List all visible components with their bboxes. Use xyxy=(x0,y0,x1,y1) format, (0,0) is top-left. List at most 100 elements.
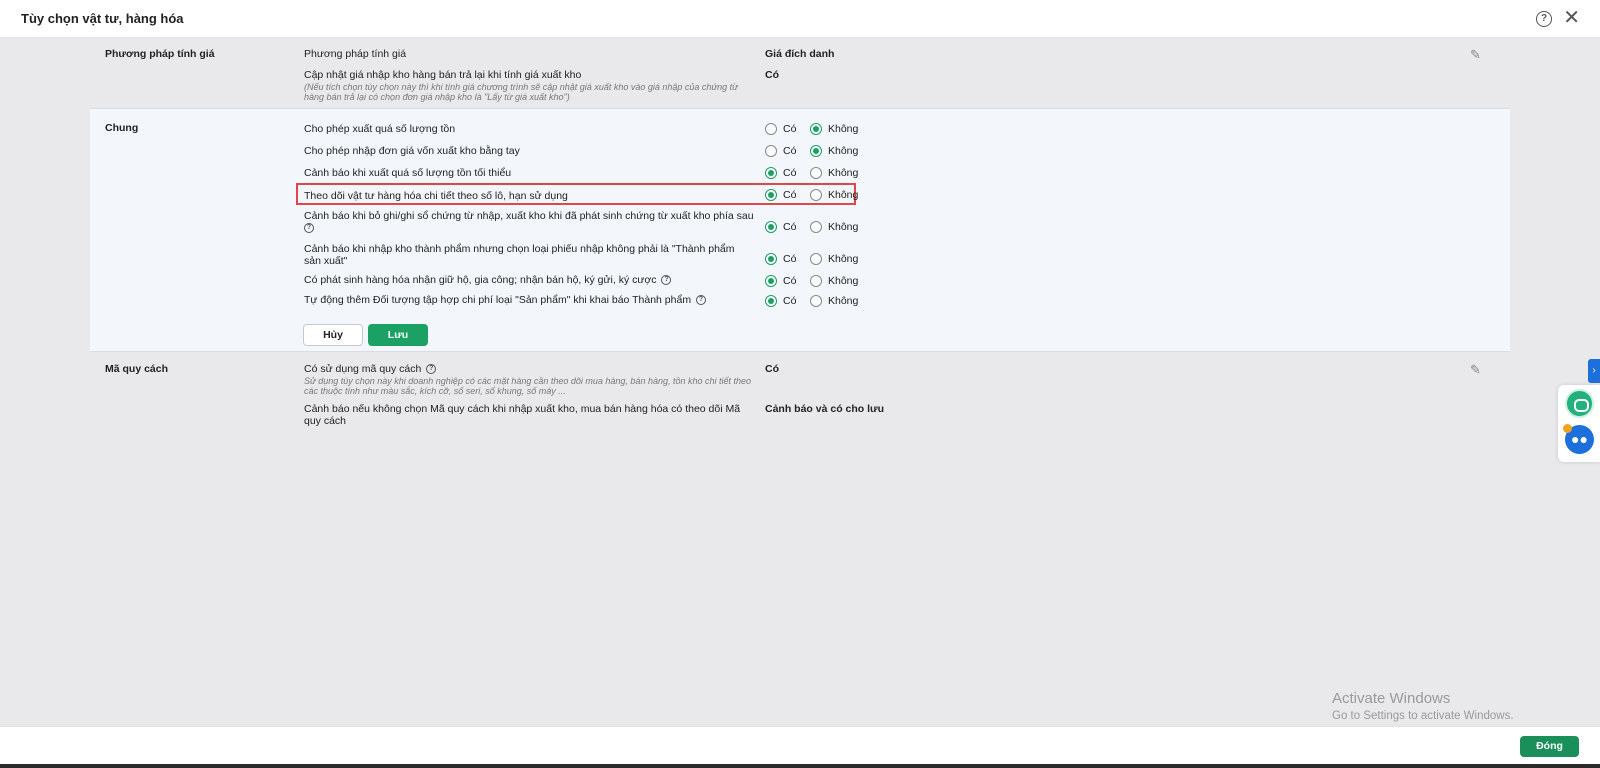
setting-label: Cảnh báo khi nhập kho thành phẩm nhưng c… xyxy=(304,243,735,267)
setting-label: Tự động thêm Đối tượng tập hợp chi phí l… xyxy=(304,294,754,306)
radio-label: Có xyxy=(783,145,797,157)
setting-label-text: Cảnh báo khi bỏ ghi/ghi sổ chứng từ nhập… xyxy=(304,210,754,222)
radio-no[interactable]: Không xyxy=(810,220,858,234)
group-icon[interactable]: ●● xyxy=(1563,424,1594,454)
radio-label: Có xyxy=(783,167,797,179)
setting-label-text: Có sử dụng mã quy cách xyxy=(304,363,422,375)
section-general: Chung Cho phép xuất quá số lượng tồn Có K… xyxy=(90,108,1510,352)
radio-circle[interactable] xyxy=(810,145,822,157)
radio-yes[interactable]: Có xyxy=(765,252,796,266)
radio-label: Không xyxy=(828,123,859,135)
radio-group: Có Không xyxy=(765,144,885,158)
radio-label: Có xyxy=(783,221,797,233)
setting-hint: Sử dụng tùy chọn này khi doanh nghiệp có… xyxy=(304,376,752,396)
activation-watermark-text: Go to Settings to activate Windows. xyxy=(1332,710,1514,722)
question-icon[interactable]: ? xyxy=(696,295,706,306)
radio-group: Có Không xyxy=(765,188,885,202)
setting-label-text: Có phát sinh hàng hóa nhận giữ hộ, gia c… xyxy=(304,274,657,286)
radio-label: Không xyxy=(828,253,859,265)
setting-label: Cảnh báo khi bỏ ghi/ghi sổ chứng từ nhập… xyxy=(304,210,754,234)
radio-circle[interactable] xyxy=(765,123,777,135)
radio-yes[interactable]: Có xyxy=(765,294,796,308)
radio-label: Có xyxy=(783,189,797,201)
question-icon[interactable]: ? xyxy=(661,275,672,286)
radio-group: Có Không xyxy=(765,220,885,234)
radio-group: Có Không xyxy=(765,294,885,308)
radio-label: Có xyxy=(783,275,797,287)
radio-yes[interactable]: Có xyxy=(765,220,796,234)
radio-label: Không xyxy=(828,295,859,307)
section-label: Phương pháp tính giá xyxy=(105,48,215,60)
setting-value: Có xyxy=(765,69,779,81)
radio-label: Không xyxy=(828,145,859,157)
activation-watermark-title: Activate Windows xyxy=(1332,690,1451,707)
section-label: Mã quy cách xyxy=(105,363,169,375)
setting-label: Cho phép xuất quá số lượng tồn xyxy=(304,123,456,135)
pencil-icon[interactable]: ✎ xyxy=(1470,48,1484,62)
radio-circle[interactable] xyxy=(765,167,777,179)
radio-group: Có Không xyxy=(765,252,885,266)
radio-no[interactable]: Không xyxy=(810,274,858,288)
question-icon[interactable]: ? xyxy=(426,364,437,375)
cancel-button[interactable]: Hủy xyxy=(303,324,363,346)
radio-group: Có Không xyxy=(765,274,885,288)
notification-dot xyxy=(1563,424,1572,433)
radio-no[interactable]: Không xyxy=(810,294,858,308)
side-panel: ●● xyxy=(1558,385,1600,462)
radio-circle[interactable] xyxy=(810,275,822,287)
radio-label: Không xyxy=(828,167,859,179)
radio-yes[interactable]: Có xyxy=(765,274,796,288)
radio-circle[interactable] xyxy=(810,253,822,265)
setting-label: Phương pháp tính giá xyxy=(304,48,407,60)
radio-label: Có xyxy=(783,123,797,135)
radio-label: Không xyxy=(828,275,859,287)
question-icon[interactable]: ? xyxy=(304,223,314,234)
radio-circle[interactable] xyxy=(810,295,822,307)
close-button[interactable]: Đóng xyxy=(1520,736,1579,757)
radio-no[interactable]: Không xyxy=(810,166,858,180)
radio-circle[interactable] xyxy=(765,145,777,157)
chat-icon[interactable] xyxy=(1565,389,1594,418)
radio-circle[interactable] xyxy=(765,275,777,287)
radio-no[interactable]: Không xyxy=(810,144,858,158)
radio-yes[interactable]: Có xyxy=(765,166,796,180)
pencil-icon[interactable]: ✎ xyxy=(1470,363,1484,377)
radio-label: Có xyxy=(783,295,797,307)
expand-side-panel-button[interactable]: › xyxy=(1588,359,1600,383)
radio-no[interactable]: Không xyxy=(810,188,858,202)
radio-yes[interactable]: Có xyxy=(765,144,796,158)
radio-group: Có Không xyxy=(765,166,885,180)
radio-yes[interactable]: Có xyxy=(765,188,796,202)
radio-circle[interactable] xyxy=(810,123,822,135)
help-icon[interactable]: ? xyxy=(1536,11,1552,27)
taskbar-strip xyxy=(0,764,1600,768)
setting-label: Có sử dụng mã quy cách ? Sử dụng tùy chọ… xyxy=(304,363,754,396)
radio-circle[interactable] xyxy=(810,189,822,201)
radio-label: Có xyxy=(783,253,797,265)
save-button[interactable]: Lưu xyxy=(368,324,428,346)
radio-circle[interactable] xyxy=(810,221,822,233)
radio-yes[interactable]: Có xyxy=(765,122,796,136)
close-icon[interactable]: ✕ xyxy=(1563,7,1580,29)
radio-label: Không xyxy=(828,221,859,233)
radio-circle[interactable] xyxy=(765,221,777,233)
radio-no[interactable]: Không xyxy=(810,252,858,266)
radio-label: Không xyxy=(828,189,859,201)
setting-label-text: Cập nhật giá nhập kho hàng bán trả lại k… xyxy=(304,69,582,81)
radio-circle[interactable] xyxy=(810,167,822,179)
setting-label: Theo dõi vật tư hàng hóa chi tiết theo s… xyxy=(304,190,568,202)
setting-label-text: Tự động thêm Đối tượng tập hợp chi phí l… xyxy=(304,294,692,306)
radio-circle[interactable] xyxy=(765,253,777,265)
setting-label: Cập nhật giá nhập kho hàng bán trả lại k… xyxy=(304,69,754,102)
section-label: Chung xyxy=(105,122,139,134)
setting-label: Có phát sinh hàng hóa nhận giữ hộ, gia c… xyxy=(304,274,754,286)
radio-group: Có Không xyxy=(765,122,885,136)
radio-circle[interactable] xyxy=(765,189,777,201)
dialog-title: Tùy chọn vật tư, hàng hóa xyxy=(21,11,184,26)
section-spec-code: Mã quy cách Có sử dụng mã quy cách ? Sử … xyxy=(90,352,1510,452)
radio-circle[interactable] xyxy=(765,295,777,307)
radio-no[interactable]: Không xyxy=(810,122,858,136)
setting-value: Cảnh báo và có cho lưu xyxy=(765,403,885,415)
setting-hint: (Nếu tích chọn tùy chọn này thì khi tính… xyxy=(304,82,738,102)
setting-label: Cho phép nhập đơn giá vốn xuất kho bằng … xyxy=(304,145,520,157)
